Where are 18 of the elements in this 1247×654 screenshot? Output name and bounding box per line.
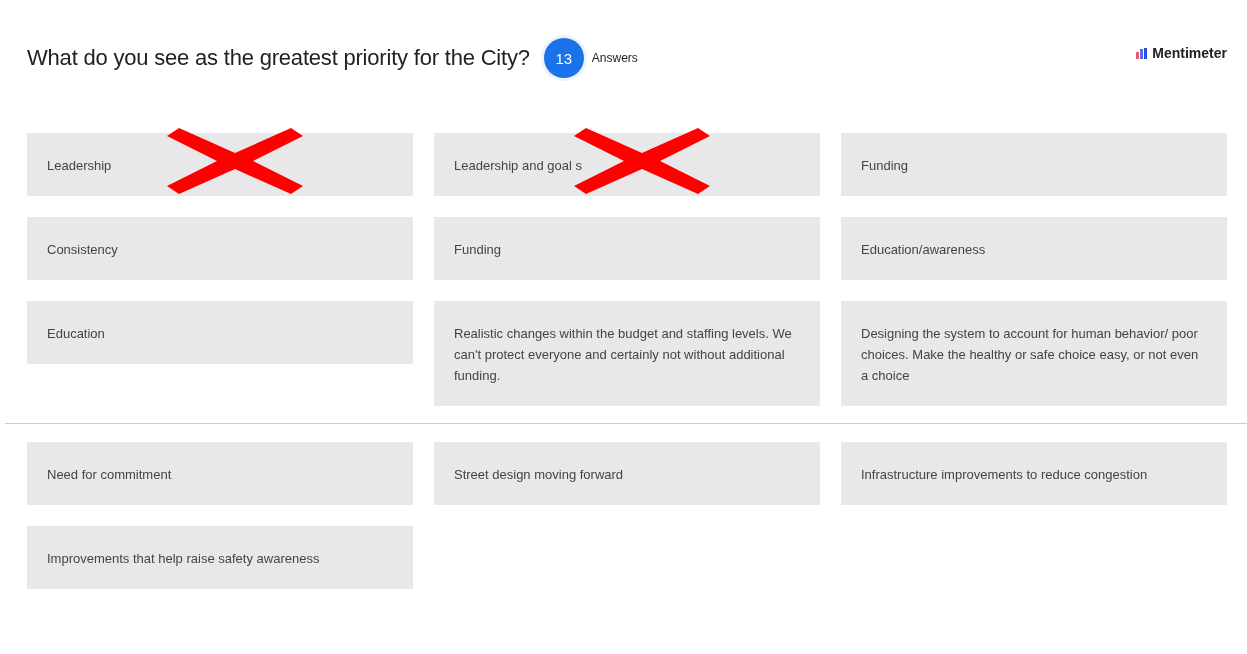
answer-text: Improvements that help raise safety awareness <box>47 550 321 568</box>
answer-count-label: Answers <box>591 51 638 65</box>
answer-text: Need for commitment <box>47 466 173 484</box>
answer-text: Realistic changes within the budget and staffing levels. We can't protect everyone and certainly not without additional funding. <box>454 325 793 385</box>
answer-text: Leadership <box>47 157 113 175</box>
answer-text: Funding <box>454 241 502 259</box>
answer-text: Leadership and goal s <box>454 157 583 175</box>
bar-chart-logo-icon <box>1136 47 1149 59</box>
question-title: What do you see as the greatest priority for the City? <box>27 45 530 71</box>
answer-text: Infrastructure improvements to reduce congestion <box>861 466 1149 484</box>
answer-count-badge: 13 <box>543 38 584 78</box>
answer-text: Street design moving forward <box>454 466 625 484</box>
answer-text: Consistency <box>47 241 119 259</box>
answer-text: Funding <box>861 157 909 175</box>
answer-text: Education/awareness <box>861 241 987 259</box>
brand-name: Mentimeter <box>1152 45 1227 61</box>
answer-text: Education <box>47 325 106 343</box>
answer-text: Designing the system to account for human behavior/ poor choices. Make the healthy or safe choice easy, or not even a choice <box>861 325 1200 385</box>
